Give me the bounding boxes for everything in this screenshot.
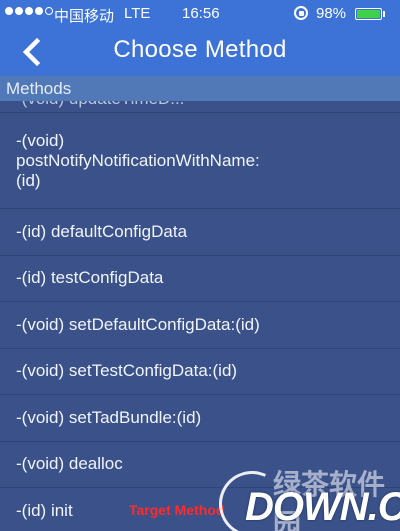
battery-fill: [357, 10, 380, 18]
page-title: Choose Method: [113, 36, 287, 63]
carrier-name: 中国移动: [54, 8, 115, 25]
signal-strength-icon: [5, 7, 53, 15]
signal-dot: [35, 7, 43, 15]
method-row[interactable]: -(void) setTadBundle:(id): [0, 395, 400, 442]
signal-dot: [45, 7, 53, 15]
method-row[interactable]: -(void) setDefaultConfigData:(id): [0, 302, 400, 349]
method-list[interactable]: -(void) updateTimeD... -(void) postNotif…: [0, 101, 400, 531]
method-label: -(void) setTestConfigData:(id): [16, 361, 238, 381]
status-time: 16:56: [182, 5, 220, 22]
method-row[interactable]: -(id) testConfigData: [0, 256, 400, 302]
target-method-annotation: Target Method: [129, 502, 225, 518]
signal-dot: [25, 7, 33, 15]
navigation-bar: Choose Method: [0, 28, 400, 76]
method-row[interactable]: -(void) updateTimeD...: [0, 101, 400, 113]
method-label: -(void) dealloc: [16, 454, 123, 474]
battery-percent: 98%: [316, 5, 347, 22]
status-bar: 中国移动 LTE 16:56 98%: [0, 0, 400, 28]
method-label: -(void) postNotifyNotificationWithName: …: [16, 130, 260, 190]
method-row[interactable]: -(void) setTestConfigData:(id): [0, 349, 400, 395]
signal-dot: [15, 7, 23, 15]
screen: 中国移动 LTE 16:56 98% Choose Method Methods…: [0, 0, 400, 531]
method-label: -(void) setTadBundle:(id): [16, 407, 202, 427]
method-list-content: -(void) updateTimeD... -(void) postNotif…: [0, 101, 400, 531]
method-row[interactable]: -(void) postNotifyNotificationWithName: …: [0, 113, 400, 209]
method-label: -(id) testConfigData: [16, 268, 164, 288]
method-row[interactable]: -(void) dealloc: [0, 442, 400, 488]
network-type: LTE: [124, 5, 151, 22]
section-header: Methods: [0, 76, 400, 101]
method-label: -(id) init: [16, 500, 73, 520]
method-row[interactable]: -(id) defaultConfigData: [0, 209, 400, 256]
method-label: -(void) setDefaultConfigData:(id): [16, 314, 260, 334]
signal-dot: [5, 7, 13, 15]
battery-tip: [383, 11, 385, 17]
battery-icon: [355, 8, 382, 20]
method-label: -(id) defaultConfigData: [16, 221, 188, 241]
method-label: -(void) updateTimeD...: [16, 101, 184, 109]
rotation-lock-icon: [294, 6, 308, 20]
